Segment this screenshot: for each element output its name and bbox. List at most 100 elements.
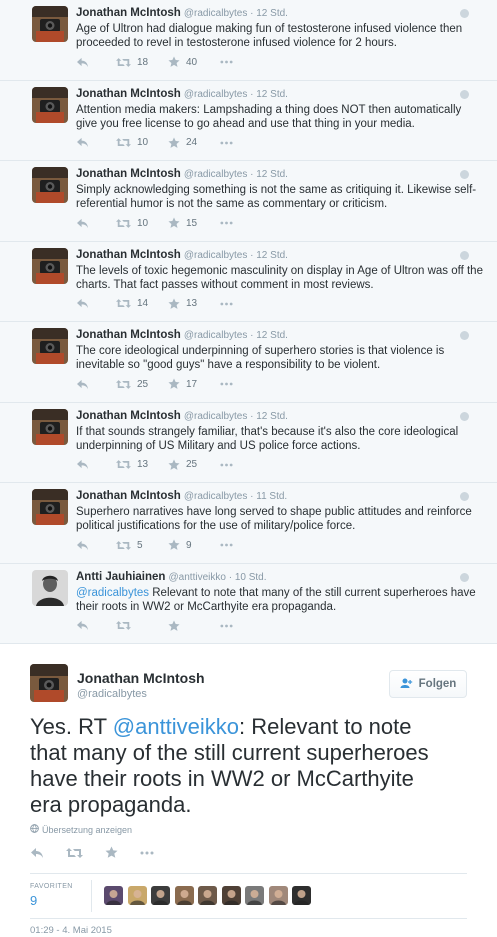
author-handle[interactable]: @radicalbytes bbox=[184, 250, 248, 261]
author-handle[interactable]: @anttiveikko bbox=[169, 572, 226, 583]
tweet-time[interactable]: 12 Std. bbox=[256, 250, 288, 261]
retweet-button[interactable] bbox=[116, 620, 168, 631]
tweet-time[interactable]: 12 Std. bbox=[256, 169, 288, 180]
retweet-button[interactable]: 18 bbox=[116, 57, 168, 68]
reply-button[interactable] bbox=[76, 57, 116, 68]
tweet-text-body: Age of Ultron had dialogue making fun of… bbox=[76, 23, 463, 49]
reply-button[interactable] bbox=[76, 620, 116, 631]
favorite-button[interactable]: 25 bbox=[168, 458, 220, 471]
tweet-timestamp[interactable]: 01:29 - 4. Mai 2015 bbox=[30, 925, 112, 936]
avatar[interactable] bbox=[32, 328, 68, 364]
more-button[interactable] bbox=[220, 221, 272, 225]
more-button[interactable] bbox=[220, 543, 272, 547]
tweet[interactable]: Jonathan McIntosh @radicalbytes · 12 Std… bbox=[0, 0, 497, 81]
favoriter-avatar[interactable] bbox=[221, 886, 241, 905]
context-icon bbox=[460, 492, 469, 501]
author-handle[interactable]: @radicalbytes bbox=[184, 169, 248, 180]
tweet-time[interactable]: 12 Std. bbox=[256, 89, 288, 100]
retweet-button[interactable]: 13 bbox=[116, 459, 168, 470]
tweet[interactable]: Jonathan McIntosh @radicalbytes · 12 Std… bbox=[0, 242, 497, 322]
mention-link[interactable]: @anttiveikko bbox=[113, 714, 239, 739]
avatar[interactable] bbox=[32, 247, 68, 284]
tweet[interactable]: Jonathan McIntosh @radicalbytes · 12 Std… bbox=[0, 81, 497, 161]
more-button[interactable] bbox=[220, 382, 272, 386]
retweet-button[interactable]: 5 bbox=[116, 540, 168, 551]
reply-icon[interactable] bbox=[30, 847, 44, 859]
tweet[interactable]: Jonathan McIntosh @radicalbytes · 12 Std… bbox=[0, 322, 497, 403]
tweet[interactable]: Jonathan McIntosh @radicalbytes · 12 Std… bbox=[0, 161, 497, 242]
favorite-button[interactable]: 17 bbox=[168, 378, 220, 390]
reply-button[interactable] bbox=[76, 298, 116, 309]
tweet[interactable]: Antti Jauhiainen @anttiveikko · 10 Std. @… bbox=[0, 564, 497, 644]
favoriter-avatar[interactable] bbox=[245, 886, 264, 905]
author-handle[interactable]: @radicalbytes bbox=[77, 688, 147, 700]
tweet-time[interactable]: 11 Std. bbox=[256, 491, 287, 502]
favoriter-avatar[interactable] bbox=[292, 886, 311, 905]
tweet-time[interactable]: 10 Std. bbox=[235, 572, 267, 583]
author-handle[interactable]: @radicalbytes bbox=[184, 8, 248, 19]
author-handle[interactable]: @radicalbytes bbox=[184, 89, 248, 100]
more-button[interactable] bbox=[220, 624, 272, 628]
author-handle[interactable]: @radicalbytes bbox=[184, 330, 248, 341]
more-button[interactable] bbox=[220, 463, 272, 467]
favoriter-avatar[interactable] bbox=[104, 886, 123, 905]
favoriter-avatar[interactable] bbox=[151, 886, 170, 905]
favoriter-avatar[interactable] bbox=[198, 886, 217, 905]
avatar[interactable] bbox=[32, 489, 68, 525]
retweet-icon[interactable] bbox=[66, 847, 83, 859]
mention-link[interactable]: @radicalbytes bbox=[76, 587, 149, 599]
tweet-time[interactable]: 12 Std. bbox=[256, 330, 288, 341]
favorite-button[interactable]: 13 bbox=[168, 297, 220, 310]
author-name[interactable]: Jonathan McIntosh bbox=[76, 88, 181, 100]
avatar[interactable] bbox=[30, 664, 68, 702]
more-button[interactable] bbox=[220, 60, 272, 64]
favoriter-avatar[interactable] bbox=[127, 886, 147, 905]
retweet-count: 14 bbox=[137, 298, 149, 309]
favorite-icon[interactable] bbox=[105, 846, 118, 859]
more-button[interactable] bbox=[220, 141, 272, 145]
avatar[interactable] bbox=[32, 6, 68, 42]
reply-icon bbox=[76, 298, 89, 309]
translate-link[interactable]: Übersetzung anzeigen bbox=[30, 824, 132, 835]
author-name[interactable]: Antti Jauhiainen bbox=[76, 571, 165, 583]
author-name[interactable]: Jonathan McIntosh bbox=[76, 410, 181, 422]
avatar[interactable] bbox=[32, 569, 68, 606]
favorite-button[interactable] bbox=[168, 619, 220, 632]
follow-button[interactable]: Folgen bbox=[389, 670, 467, 698]
reply-button[interactable] bbox=[76, 540, 116, 551]
avatar[interactable] bbox=[32, 167, 68, 203]
favoriter-avatar[interactable] bbox=[268, 886, 288, 905]
favorite-button[interactable]: 9 bbox=[168, 539, 220, 551]
reply-button[interactable] bbox=[76, 218, 116, 229]
retweet-button[interactable]: 25 bbox=[116, 379, 168, 390]
author-name[interactable]: Jonathan McIntosh bbox=[76, 490, 181, 502]
author-name[interactable]: Jonathan McIntosh bbox=[76, 329, 181, 341]
avatar[interactable] bbox=[32, 86, 68, 123]
author-handle[interactable]: @radicalbytes bbox=[184, 491, 248, 502]
more-button[interactable] bbox=[220, 302, 272, 306]
author-name[interactable]: Jonathan McIntosh bbox=[76, 168, 181, 180]
avatar[interactable] bbox=[32, 408, 68, 445]
reply-button[interactable] bbox=[76, 137, 116, 148]
retweet-button[interactable]: 10 bbox=[116, 218, 168, 229]
author-name[interactable]: Jonathan McIntosh bbox=[76, 249, 181, 261]
tweet[interactable]: Jonathan McIntosh @radicalbytes · 12 Std… bbox=[0, 403, 497, 483]
tweet[interactable]: Jonathan McIntosh @radicalbytes · 11 Std… bbox=[0, 483, 497, 564]
author-name[interactable]: Jonathan McIntosh bbox=[77, 670, 205, 686]
favorite-button[interactable]: 15 bbox=[168, 217, 220, 229]
tweet-time[interactable]: 12 Std. bbox=[256, 8, 288, 19]
reply-button[interactable] bbox=[76, 379, 116, 390]
reply-button[interactable] bbox=[76, 459, 116, 470]
retweet-icon bbox=[116, 218, 131, 229]
favoriter-avatar[interactable] bbox=[174, 886, 194, 905]
favorite-count: 13 bbox=[186, 298, 198, 309]
retweet-button[interactable]: 14 bbox=[116, 298, 168, 309]
favorite-button[interactable]: 40 bbox=[168, 56, 220, 68]
favorite-button[interactable]: 24 bbox=[168, 136, 220, 149]
author-name[interactable]: Jonathan McIntosh bbox=[76, 7, 181, 19]
more-icon[interactable] bbox=[140, 851, 154, 855]
favorites-count[interactable]: 9 bbox=[30, 893, 37, 908]
retweet-button[interactable]: 10 bbox=[116, 137, 168, 148]
author-handle[interactable]: @radicalbytes bbox=[184, 411, 248, 422]
tweet-time[interactable]: 12 Std. bbox=[256, 411, 288, 422]
